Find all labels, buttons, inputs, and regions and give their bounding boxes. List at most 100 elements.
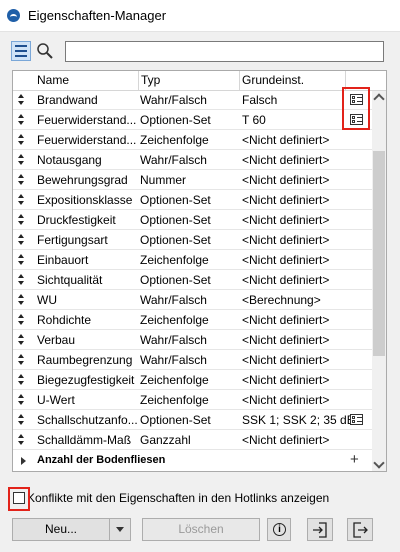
column-header-default[interactable]: Grundeinst. [242,73,304,87]
export-button[interactable] [347,518,373,541]
drag-handle-icon[interactable] [18,94,24,106]
row-type: Wahr/Falsch [140,293,207,307]
drag-handle-icon[interactable] [18,194,24,206]
drag-handle-icon[interactable] [18,274,24,286]
row-default: <Nicht definiert> [242,193,330,207]
new-dropdown-arrow-icon[interactable] [109,518,131,541]
table-row[interactable]: Feuerwiderstand... Optionen-Set T 60 [13,110,373,130]
drag-handle-icon[interactable] [18,414,24,426]
row-name: Fertigungsart [37,233,108,247]
table-row[interactable]: Schalldämm-Maß Ganzzahl <Nicht definiert> [13,430,373,450]
row-default: <Nicht definiert> [242,313,330,327]
scroll-down-arrow-icon[interactable] [373,457,385,469]
drag-handle-icon[interactable] [18,174,24,186]
drag-handle-icon[interactable] [18,154,24,166]
row-type: Zeichenfolge [140,313,209,327]
row-name: Einbauort [37,253,89,267]
search-input[interactable] [65,41,384,62]
group-row[interactable]: Anzahl der Bodenfliesen + [13,451,373,471]
row-type: Wahr/Falsch [140,93,207,107]
row-name: Notausgang [37,153,102,167]
import-button[interactable] [307,518,333,541]
hotlink-conflicts-label: Konflikte mit den Eigenschaften in den H… [27,491,330,505]
export-icon [353,522,368,538]
drag-handle-icon[interactable] [18,394,24,406]
window-title: Eigenschaften-Manager [28,8,167,23]
drag-handle-icon[interactable] [18,214,24,226]
table-row[interactable]: Verbau Wahr/Falsch <Nicht definiert> [13,330,373,350]
column-header-type[interactable]: Typ [141,73,160,87]
row-type: Wahr/Falsch [140,153,207,167]
row-type: Ganzzahl [140,433,191,447]
row-default: <Berechnung> [242,293,321,307]
drag-handle-icon[interactable] [18,354,24,366]
row-type: Optionen-Set [140,273,211,287]
column-divider [138,71,139,90]
list-icons-highlight [342,87,370,130]
drag-handle-icon[interactable] [18,134,24,146]
row-name: Expositionsklasse [37,193,133,207]
drag-handle-icon[interactable] [18,294,24,306]
drag-handle-icon[interactable] [18,334,24,346]
row-default: <Nicht definiert> [242,253,330,267]
table-row[interactable]: Notausgang Wahr/Falsch <Nicht definiert> [13,150,373,170]
row-type: Zeichenfolge [140,253,209,267]
list-view-icon[interactable] [11,41,31,61]
add-icon[interactable]: + [350,451,359,468]
table-row[interactable]: Schallschutzanfo... Optionen-Set SSK 1; SS… [13,410,373,430]
row-name: Bewehrungsgrad [37,173,128,187]
row-default: <Nicht definiert> [242,213,330,227]
row-default: <Nicht definiert> [242,433,330,447]
row-default: <Nicht definiert> [242,153,330,167]
table-row[interactable]: Expositionsklasse Optionen-Set <Nicht defi… [13,190,373,210]
row-default: <Nicht definiert> [242,393,330,407]
drag-handle-icon[interactable] [18,374,24,386]
row-type: Zeichenfolge [140,133,209,147]
table-row[interactable]: Druckfestigkeit Optionen-Set <Nicht defini… [13,210,373,230]
table-row[interactable]: Biegezugfestigkeit Zeichenfolge <Nicht def… [13,370,373,390]
option-list-icon[interactable] [350,414,363,425]
table-row[interactable]: Fertigungsart Optionen-Set <Nicht definier… [13,230,373,250]
vertical-scrollbar[interactable] [372,91,386,471]
table-row[interactable]: Bewehrungsgrad Nummer <Nicht definiert> [13,170,373,190]
row-default: <Nicht definiert> [242,133,330,147]
row-default: <Nicht definiert> [242,173,330,187]
info-button[interactable]: i [267,518,291,541]
scroll-thumb[interactable] [373,151,385,356]
row-type: Optionen-Set [140,193,211,207]
row-name: Feuerwiderstand... [37,133,137,147]
import-icon [313,522,327,538]
table-row[interactable]: Rohdichte Zeichenfolge <Nicht definiert> [13,310,373,330]
row-name: Biegezugfestigkeit [37,373,135,387]
scroll-up-arrow-icon[interactable] [373,93,385,105]
new-button[interactable]: Neu... [12,518,110,541]
table-row[interactable]: Sichtqualität Optionen-Set <Nicht definier… [13,270,373,290]
row-default: <Nicht definiert> [242,353,330,367]
table-row[interactable]: Brandwand Wahr/Falsch Falsch [13,90,373,110]
table-row[interactable]: WU Wahr/Falsch <Berechnung> [13,290,373,310]
table-row[interactable]: Raumbegrenzung Wahr/Falsch <Nicht definier… [13,350,373,370]
row-name: Feuerwiderstand... [37,113,137,127]
delete-button[interactable]: Löschen [142,518,260,541]
row-name: Verbau [37,333,76,347]
row-type: Optionen-Set [140,233,211,247]
column-header-name[interactable]: Name [37,73,69,87]
drag-handle-icon[interactable] [18,314,24,326]
table-row[interactable]: Einbauort Zeichenfolge <Nicht definiert> [13,250,373,270]
row-type: Optionen-Set [140,213,211,227]
row-type: Wahr/Falsch [140,353,207,367]
properties-table: Name Typ Grundeinst. Brandwand Wahr/Falsc… [12,70,387,472]
drag-handle-icon[interactable] [18,434,24,446]
search-icon[interactable] [35,41,55,61]
row-default: <Nicht definiert> [242,373,330,387]
row-type: Nummer [140,173,187,187]
drag-handle-icon[interactable] [18,234,24,246]
drag-handle-icon[interactable] [18,254,24,266]
table-header: Name Typ Grundeinst. [13,71,386,91]
table-row[interactable]: U-Wert Zeichenfolge <Nicht definiert> [13,390,373,410]
table-row[interactable]: Feuerwiderstand... Zeichenfolge <Nicht def… [13,130,373,150]
row-name: Druckfestigkeit [37,213,116,227]
row-name: U-Wert [37,393,75,407]
drag-handle-icon[interactable] [18,114,24,126]
expand-arrow-icon[interactable] [21,457,26,465]
